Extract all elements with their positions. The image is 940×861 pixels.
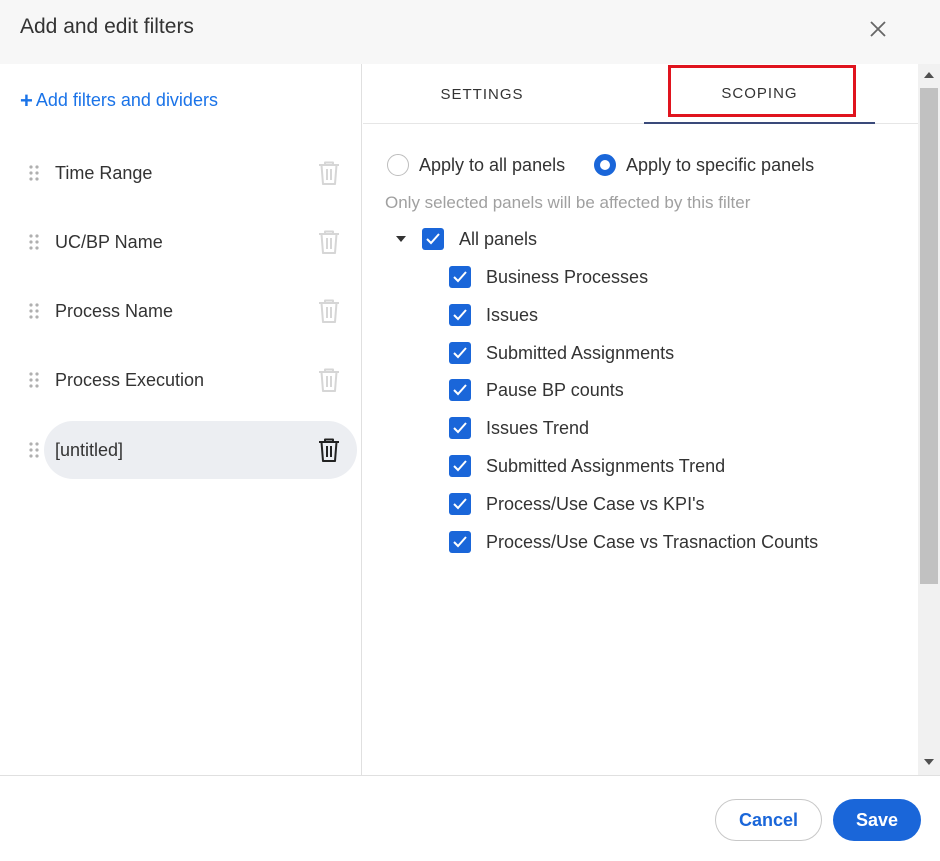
panel-label: Issues Trend bbox=[486, 417, 590, 438]
filter-label: Time Range bbox=[55, 162, 153, 183]
trash-icon[interactable] bbox=[317, 160, 341, 186]
scroll-up-arrow-icon[interactable] bbox=[924, 72, 934, 78]
scrollbar-thumb[interactable] bbox=[920, 88, 938, 584]
panel-checkbox[interactable] bbox=[449, 417, 471, 439]
radio-apply-all[interactable]: Apply to all panels bbox=[387, 154, 565, 176]
filter-label: Process Name bbox=[55, 300, 174, 321]
trash-icon[interactable] bbox=[317, 298, 341, 324]
panel-checkbox[interactable] bbox=[449, 455, 471, 477]
panel-row: Submitted Assignments Trend bbox=[449, 455, 725, 477]
all-panels-checkbox[interactable] bbox=[422, 228, 444, 250]
save-button[interactable]: Save bbox=[833, 799, 921, 841]
panel-checkbox[interactable] bbox=[449, 493, 471, 515]
all-panels-label: All panels bbox=[459, 228, 538, 249]
panel-label: Submitted Assignments bbox=[486, 342, 675, 363]
panel-label: Business Processes bbox=[486, 266, 649, 287]
check-icon bbox=[453, 384, 467, 396]
check-icon bbox=[453, 460, 467, 472]
caret-down-icon[interactable] bbox=[396, 236, 406, 242]
panel-row: Issues Trend bbox=[449, 417, 589, 439]
trash-icon[interactable] bbox=[317, 229, 341, 255]
filter-item[interactable]: Time Range bbox=[0, 144, 358, 202]
radio-apply-specific-label: Apply to specific panels bbox=[626, 154, 815, 175]
check-icon bbox=[453, 422, 467, 434]
panel-label: Process/Use Case vs KPI's bbox=[486, 493, 705, 514]
radio-apply-specific[interactable]: Apply to specific panels bbox=[594, 154, 814, 176]
filter-item[interactable]: Process Name bbox=[0, 282, 358, 340]
drag-handle-icon[interactable] bbox=[28, 302, 40, 320]
filter-item[interactable]: [untitled] bbox=[0, 421, 358, 479]
check-icon bbox=[453, 536, 467, 548]
tab-bar: SETTINGS SCOPING bbox=[363, 64, 918, 124]
panel-row: Business Processes bbox=[449, 266, 648, 288]
check-icon bbox=[453, 309, 467, 321]
panel-checkbox[interactable] bbox=[449, 342, 471, 364]
plus-icon: + bbox=[20, 87, 33, 113]
filter-item[interactable]: UC/BP Name bbox=[0, 213, 358, 271]
panel-label: Process/Use Case vs Trasnaction Counts bbox=[486, 531, 819, 552]
drag-handle-icon[interactable] bbox=[28, 371, 40, 389]
panel-label: Submitted Assignments Trend bbox=[486, 455, 726, 476]
panel-checkbox[interactable] bbox=[449, 379, 471, 401]
panel-row: Pause BP counts bbox=[449, 379, 624, 401]
add-filters-link[interactable]: + Add filters and dividers bbox=[20, 87, 218, 113]
panel-row: Issues bbox=[449, 304, 538, 326]
panel-label: Issues bbox=[486, 304, 539, 325]
check-icon bbox=[453, 347, 467, 359]
scoping-hint: Only selected panels will be affected by… bbox=[385, 193, 751, 212]
drag-handle-icon[interactable] bbox=[28, 441, 40, 459]
tab-settings[interactable]: SETTINGS bbox=[363, 64, 601, 124]
add-filters-label: Add filters and dividers bbox=[35, 90, 218, 110]
filter-item[interactable]: Process Execution bbox=[0, 351, 358, 409]
drag-handle-icon[interactable] bbox=[28, 233, 40, 251]
all-panels-row: All panels bbox=[396, 228, 537, 250]
panel-row: Process/Use Case vs KPI's bbox=[449, 493, 705, 515]
filter-label: [untitled] bbox=[55, 439, 124, 460]
tab-scoping[interactable]: SCOPING bbox=[644, 64, 875, 124]
dialog-footer: Cancel Save bbox=[0, 775, 940, 861]
filter-label: Process Execution bbox=[55, 369, 205, 390]
radio-button-selected[interactable] bbox=[594, 154, 616, 176]
check-icon bbox=[426, 233, 440, 245]
filter-config-panel: SETTINGS SCOPING Apply to all panels App… bbox=[363, 64, 918, 775]
radio-button[interactable] bbox=[387, 154, 409, 176]
scrollbar[interactable] bbox=[918, 64, 940, 775]
check-icon bbox=[453, 271, 467, 283]
close-icon[interactable] bbox=[866, 17, 890, 41]
panel-label: Pause BP counts bbox=[486, 379, 624, 400]
dialog-header: Add and edit filters bbox=[0, 0, 940, 64]
panel-checkbox[interactable] bbox=[449, 531, 471, 553]
panel-checkbox[interactable] bbox=[449, 304, 471, 326]
panel-row: Process/Use Case vs Trasnaction Counts bbox=[449, 531, 818, 553]
scroll-down-arrow-icon[interactable] bbox=[924, 759, 934, 765]
trash-icon[interactable] bbox=[317, 437, 341, 463]
filter-label: UC/BP Name bbox=[55, 231, 163, 252]
cancel-button[interactable]: Cancel bbox=[715, 799, 822, 841]
panel-row: Submitted Assignments bbox=[449, 342, 674, 364]
radio-apply-all-label: Apply to all panels bbox=[419, 154, 566, 175]
drag-handle-icon[interactable] bbox=[28, 164, 40, 182]
check-icon bbox=[453, 498, 467, 510]
filters-sidebar: + Add filters and dividers Time Range UC/… bbox=[0, 64, 362, 775]
panel-checkbox[interactable] bbox=[449, 266, 471, 288]
dialog-title: Add and edit filters bbox=[20, 15, 194, 38]
trash-icon[interactable] bbox=[317, 367, 341, 393]
